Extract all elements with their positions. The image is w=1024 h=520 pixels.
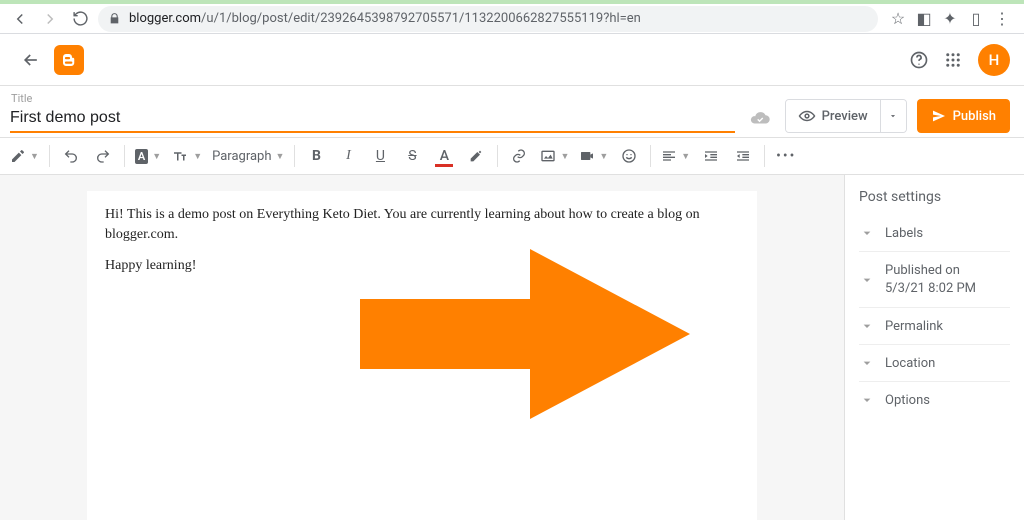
font-size-button[interactable]: ▼: [167, 141, 206, 171]
post-title-input[interactable]: [10, 107, 735, 129]
title-action-row: Title Preview Publish: [0, 86, 1024, 137]
highlight-button[interactable]: [461, 141, 491, 171]
highlighter-icon: [468, 148, 484, 164]
chevron-down-icon: [859, 392, 875, 408]
chevron-down-icon: [859, 318, 875, 334]
sidebar-item-permalink[interactable]: Permalink: [859, 308, 1010, 345]
font-family-button[interactable]: A▼: [131, 141, 165, 171]
post-settings-sidebar: Post settings Labels Published on 5/3/21…: [844, 175, 1024, 520]
browser-extensions: ☆ ◧ ✦ ▯ ⋮: [884, 11, 1016, 27]
browser-url-text: blogger.com/u/1/blog/post/edit/239264539…: [129, 11, 641, 26]
preview-dropdown-button[interactable]: [880, 100, 906, 132]
image-icon: [540, 148, 556, 164]
title-label: Title: [10, 92, 735, 105]
chevron-down-icon: [859, 272, 875, 288]
browser-menu-icon[interactable]: ⋮: [994, 11, 1010, 27]
sidebar-item-location[interactable]: Location: [859, 345, 1010, 382]
sidebar-item-label: Permalink: [885, 319, 943, 334]
blogger-logo-icon[interactable]: [54, 45, 84, 75]
align-button[interactable]: ▼: [657, 141, 694, 171]
preview-button-group: Preview: [785, 99, 907, 133]
lock-icon: [108, 12, 121, 25]
video-icon: [579, 148, 595, 164]
editor-pane: Hi! This is a demo post on Everything Ke…: [0, 175, 844, 520]
sidebar-item-published[interactable]: Published on 5/3/21 8:02 PM: [859, 252, 1010, 308]
publish-label: Publish: [953, 109, 996, 124]
content-paragraph: Happy learning!: [105, 256, 739, 276]
bold-button[interactable]: B: [301, 141, 331, 171]
undo-button[interactable]: [56, 141, 86, 171]
sidebar-item-label: Location: [885, 356, 935, 371]
paragraph-style-button[interactable]: Paragraph▼: [208, 141, 288, 171]
paragraph-label: Paragraph: [212, 149, 271, 164]
extension-icon[interactable]: ◧: [916, 11, 932, 27]
text-color-button[interactable]: A: [429, 141, 459, 171]
chevron-down-icon: [859, 355, 875, 371]
send-icon: [931, 108, 947, 124]
italic-button[interactable]: I: [333, 141, 363, 171]
sidebar-item-options[interactable]: Options: [859, 382, 1010, 418]
sidebar-item-labels[interactable]: Labels: [859, 215, 1010, 252]
compose-view-button[interactable]: ▼: [6, 141, 43, 171]
publish-button[interactable]: Publish: [917, 99, 1010, 133]
link-icon: [511, 148, 527, 164]
insert-emoji-button[interactable]: [614, 141, 644, 171]
browser-reload-button[interactable]: [68, 7, 92, 31]
browser-url-bar[interactable]: blogger.com/u/1/blog/post/edit/239264539…: [98, 6, 878, 32]
underline-button[interactable]: U: [365, 141, 395, 171]
help-button[interactable]: [902, 43, 936, 77]
strikethrough-button[interactable]: S: [397, 141, 427, 171]
insert-video-button[interactable]: ▼: [575, 141, 612, 171]
indent-increase-icon: [703, 148, 719, 164]
sidebar-item-label: Labels: [885, 226, 923, 241]
editor-toolbar: ▼ A▼ ▼ Paragraph▼ B I U S A ▼ ▼ ▼: [0, 137, 1024, 175]
indent-decrease-icon: [735, 148, 751, 164]
editor-layout: Hi! This is a demo post on Everything Ke…: [0, 175, 1024, 520]
account-avatar[interactable]: H: [978, 44, 1010, 76]
undo-icon: [63, 148, 79, 164]
browser-chrome-bar: blogger.com/u/1/blog/post/edit/239264539…: [0, 0, 1024, 34]
smiley-icon: [621, 148, 637, 164]
sidebar-item-label: Published on 5/3/21 8:02 PM: [885, 262, 976, 297]
content-paragraph: Hi! This is a demo post on Everything Ke…: [105, 205, 739, 244]
sidebar-heading: Post settings: [859, 189, 1010, 205]
indent-decrease-button[interactable]: [728, 141, 758, 171]
google-apps-button[interactable]: [936, 43, 970, 77]
pen-icon: [10, 148, 26, 164]
bookmark-star-icon[interactable]: ☆: [890, 11, 906, 27]
more-options-button[interactable]: •••: [771, 141, 801, 171]
preview-label: Preview: [822, 109, 868, 124]
extension-icon-2[interactable]: ▯: [968, 11, 984, 27]
back-button[interactable]: [14, 43, 48, 77]
insert-image-button[interactable]: ▼: [536, 141, 573, 171]
extensions-puzzle-icon[interactable]: ✦: [942, 11, 958, 27]
sidebar-item-label: Options: [885, 393, 930, 408]
browser-back-button[interactable]: [8, 7, 32, 31]
redo-button[interactable]: [88, 141, 118, 171]
browser-forward-button[interactable]: [38, 7, 62, 31]
indent-increase-button[interactable]: [696, 141, 726, 171]
chevron-down-icon: [888, 111, 898, 121]
preview-button[interactable]: Preview: [786, 100, 880, 132]
align-left-icon: [661, 148, 677, 164]
editor-document[interactable]: Hi! This is a demo post on Everything Ke…: [87, 191, 757, 520]
redo-icon: [95, 148, 111, 164]
text-size-icon: [171, 147, 189, 165]
save-status-icon[interactable]: [745, 103, 775, 133]
chevron-down-icon: [859, 225, 875, 241]
post-title-field[interactable]: Title: [10, 92, 735, 133]
insert-link-button[interactable]: [504, 141, 534, 171]
blogger-app-bar: H: [0, 34, 1024, 86]
eye-icon: [798, 107, 816, 125]
